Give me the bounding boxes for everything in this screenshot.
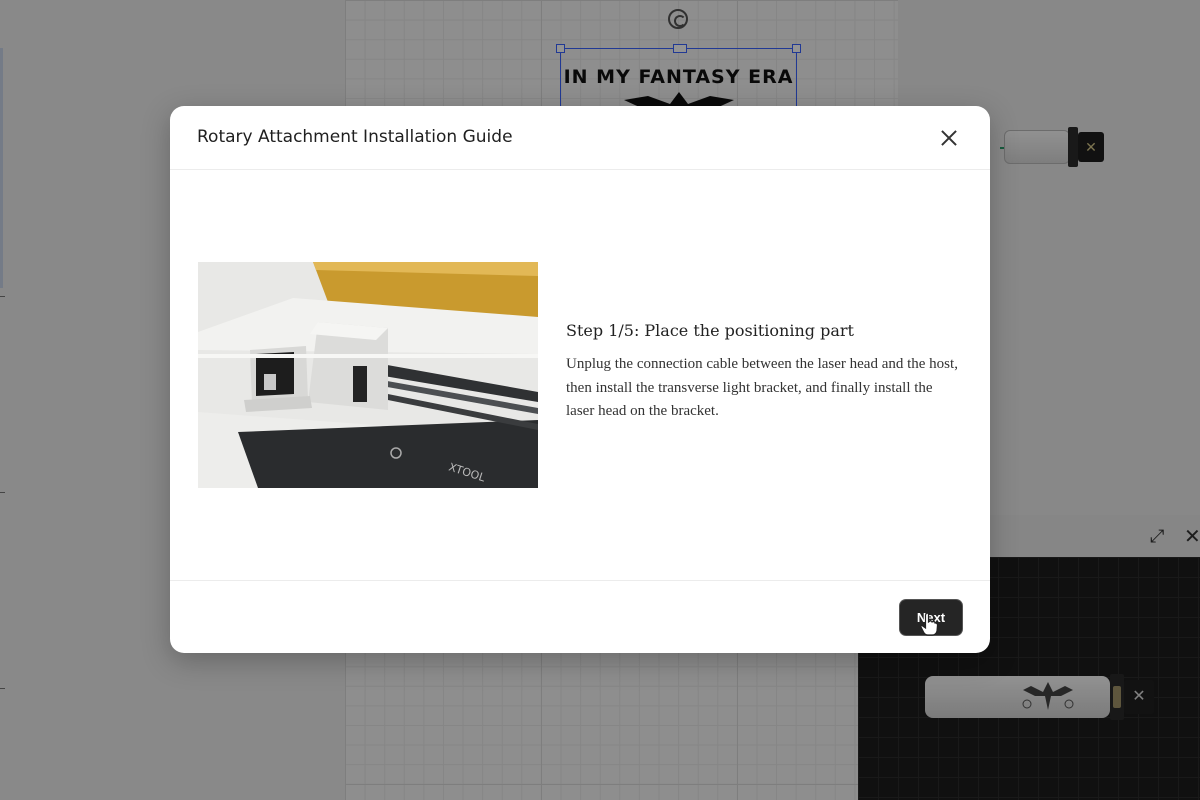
step-title: Step 1/5: Place the positioning part — [566, 321, 854, 340]
dialog-footer-divider — [170, 580, 990, 581]
close-icon[interactable] — [936, 125, 962, 151]
dialog-title: Rotary Attachment Installation Guide — [197, 127, 513, 147]
laser-engraver-image: XTOOL — [198, 262, 538, 488]
laser-engraver-illustration: XTOOL — [198, 262, 538, 488]
dialog-header: Rotary Attachment Installation Guide — [170, 106, 990, 170]
hand-cursor-icon — [920, 612, 939, 636]
step-description: Unplug the connection cable between the … — [566, 356, 958, 419]
installation-guide-dialog: Rotary Attachment Installation Guide XTO… — [170, 106, 990, 653]
